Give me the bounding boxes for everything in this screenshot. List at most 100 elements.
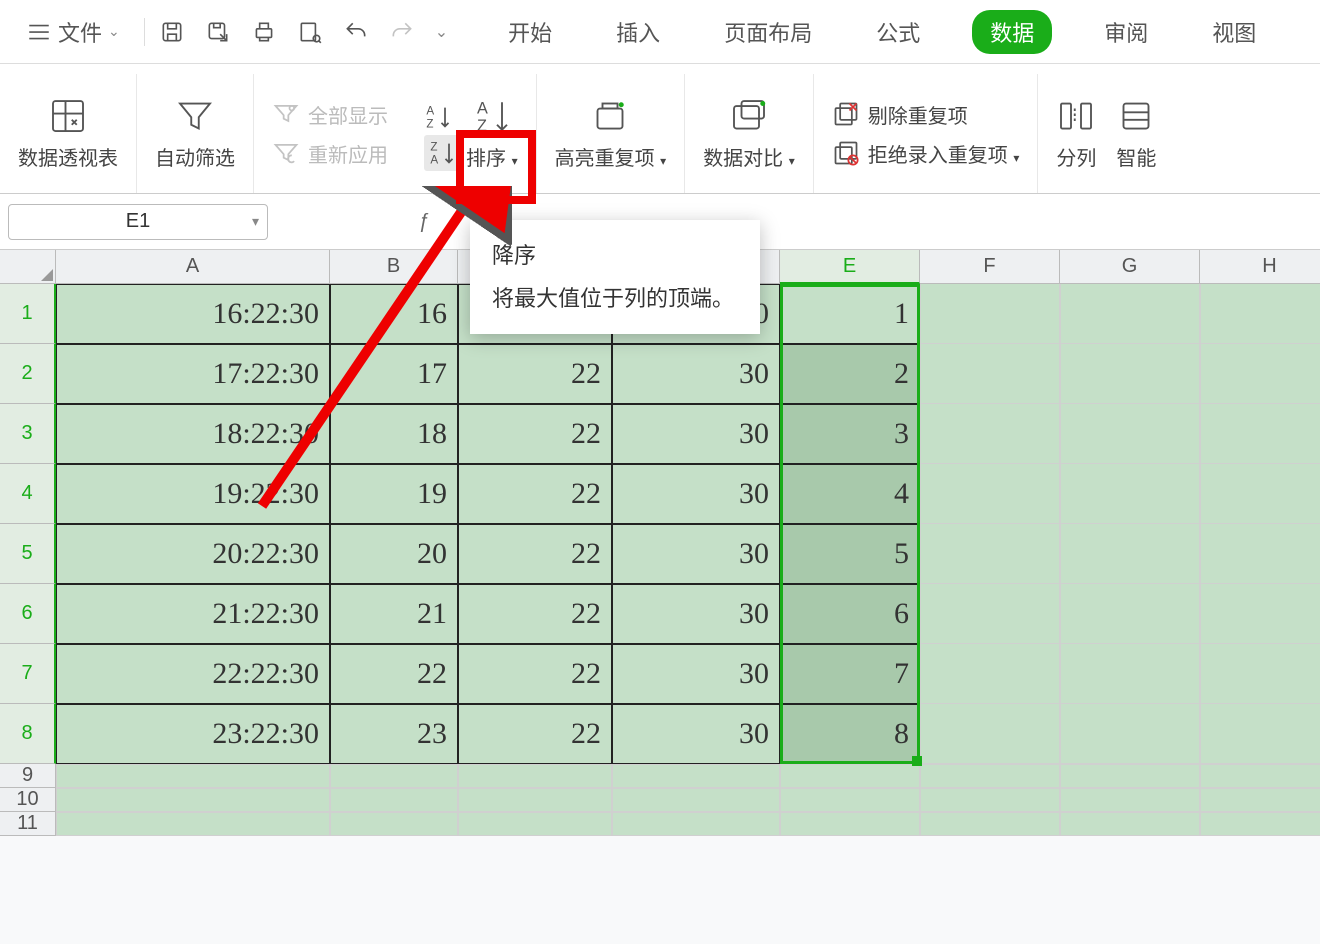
cell-blank[interactable]	[780, 764, 920, 788]
col-header-H[interactable]: H	[1200, 250, 1320, 284]
cell-blank[interactable]	[330, 788, 458, 812]
cell-A2[interactable]: 17:22:30	[56, 344, 330, 404]
col-header-G[interactable]: G	[1060, 250, 1200, 284]
tab-data[interactable]: 数据	[972, 10, 1052, 54]
cell-H1[interactable]	[1200, 284, 1320, 344]
cell-blank[interactable]	[330, 764, 458, 788]
cell-blank[interactable]	[458, 788, 612, 812]
cell-H4[interactable]	[1200, 464, 1320, 524]
reapply-button[interactable]: 重新应用	[272, 139, 388, 168]
col-header-F[interactable]: F	[920, 250, 1060, 284]
cell-G3[interactable]	[1060, 404, 1200, 464]
cell-F4[interactable]	[920, 464, 1060, 524]
row-header-4[interactable]: 4	[0, 464, 56, 524]
cell-E4[interactable]: 4	[780, 464, 920, 524]
cell-F8[interactable]	[920, 704, 1060, 764]
tab-home[interactable]: 开始	[496, 10, 564, 54]
cell-blank[interactable]	[920, 812, 1060, 836]
cell-H7[interactable]	[1200, 644, 1320, 704]
cell-B4[interactable]: 19	[330, 464, 458, 524]
cell-G1[interactable]	[1060, 284, 1200, 344]
col-header-B[interactable]: B	[330, 250, 458, 284]
cell-blank[interactable]	[1200, 788, 1320, 812]
tab-layout[interactable]: 页面布局	[712, 10, 824, 54]
row-header-10[interactable]: 10	[0, 788, 56, 812]
cell-B8[interactable]: 23	[330, 704, 458, 764]
cell-blank[interactable]	[56, 764, 330, 788]
row-header-6[interactable]: 6	[0, 584, 56, 644]
cell-G7[interactable]	[1060, 644, 1200, 704]
cell-C3[interactable]: 22	[458, 404, 612, 464]
cell-A5[interactable]: 20:22:30	[56, 524, 330, 584]
tab-view[interactable]: 视图	[1200, 10, 1268, 54]
cell-B1[interactable]: 16	[330, 284, 458, 344]
cell-A1[interactable]: 16:22:30	[56, 284, 330, 344]
cell-A8[interactable]: 23:22:30	[56, 704, 330, 764]
cell-D3[interactable]: 30	[612, 404, 780, 464]
cell-blank[interactable]	[56, 812, 330, 836]
cell-blank[interactable]	[612, 788, 780, 812]
cell-E1[interactable]: 1	[780, 284, 920, 344]
cell-D7[interactable]: 30	[612, 644, 780, 704]
cell-C5[interactable]: 22	[458, 524, 612, 584]
cell-blank[interactable]	[1060, 812, 1200, 836]
cell-H6[interactable]	[1200, 584, 1320, 644]
fx-icon[interactable]: ƒ	[418, 210, 429, 233]
cell-B3[interactable]: 18	[330, 404, 458, 464]
cell-blank[interactable]	[56, 788, 330, 812]
cell-C2[interactable]: 22	[458, 344, 612, 404]
save-icon[interactable]	[159, 19, 185, 45]
cell-F6[interactable]	[920, 584, 1060, 644]
cell-B7[interactable]: 22	[330, 644, 458, 704]
reject-dup-button[interactable]: 拒绝录入重复项 ▾	[832, 139, 1020, 168]
cell-blank[interactable]	[780, 788, 920, 812]
highlight-dup-button[interactable]: 高亮重复项 ▾	[555, 96, 667, 171]
cell-G8[interactable]	[1060, 704, 1200, 764]
pivot-table-button[interactable]: 数据透视表	[18, 96, 118, 171]
col-header-A[interactable]: A	[56, 250, 330, 284]
cell-A6[interactable]: 21:22:30	[56, 584, 330, 644]
data-compare-button[interactable]: 数据对比 ▾	[703, 96, 795, 171]
cell-B6[interactable]: 21	[330, 584, 458, 644]
cell-blank[interactable]	[1060, 764, 1200, 788]
tab-review[interactable]: 审阅	[1092, 10, 1160, 54]
cell-blank[interactable]	[612, 812, 780, 836]
cell-D8[interactable]: 30	[612, 704, 780, 764]
cell-H8[interactable]	[1200, 704, 1320, 764]
file-menu[interactable]: 文件 ⌄	[16, 10, 130, 54]
tab-formula[interactable]: 公式	[864, 10, 932, 54]
cell-H2[interactable]	[1200, 344, 1320, 404]
cell-blank[interactable]	[780, 812, 920, 836]
row-header-9[interactable]: 9	[0, 764, 56, 788]
cell-blank[interactable]	[1060, 788, 1200, 812]
cell-D4[interactable]: 30	[612, 464, 780, 524]
cell-G2[interactable]	[1060, 344, 1200, 404]
print-icon[interactable]	[251, 19, 277, 45]
cell-D6[interactable]: 30	[612, 584, 780, 644]
cell-F3[interactable]	[920, 404, 1060, 464]
cell-blank[interactable]	[458, 812, 612, 836]
cell-E8[interactable]: 8	[780, 704, 920, 764]
save-as-icon[interactable]	[205, 19, 231, 45]
cell-E7[interactable]: 7	[780, 644, 920, 704]
qat-more-icon[interactable]: ⌄	[435, 22, 448, 42]
cell-A4[interactable]: 19:22:30	[56, 464, 330, 524]
cell-F1[interactable]	[920, 284, 1060, 344]
cell-F2[interactable]	[920, 344, 1060, 404]
remove-dup-button[interactable]: 剔除重复项	[832, 100, 1020, 129]
cell-B2[interactable]: 17	[330, 344, 458, 404]
cell-A3[interactable]: 18:22:30	[56, 404, 330, 464]
split-button[interactable]: 分列	[1056, 96, 1096, 171]
cell-E3[interactable]: 3	[780, 404, 920, 464]
cell-D5[interactable]: 30	[612, 524, 780, 584]
cell-E2[interactable]: 2	[780, 344, 920, 404]
cell-G4[interactable]	[1060, 464, 1200, 524]
select-all-corner[interactable]	[0, 250, 56, 284]
cell-E6[interactable]: 6	[780, 584, 920, 644]
cell-G5[interactable]	[1060, 524, 1200, 584]
cell-blank[interactable]	[1200, 812, 1320, 836]
cell-blank[interactable]	[330, 812, 458, 836]
row-header-2[interactable]: 2	[0, 344, 56, 404]
cell-blank[interactable]	[920, 764, 1060, 788]
sort-asc-button[interactable]: AZ	[424, 103, 460, 131]
